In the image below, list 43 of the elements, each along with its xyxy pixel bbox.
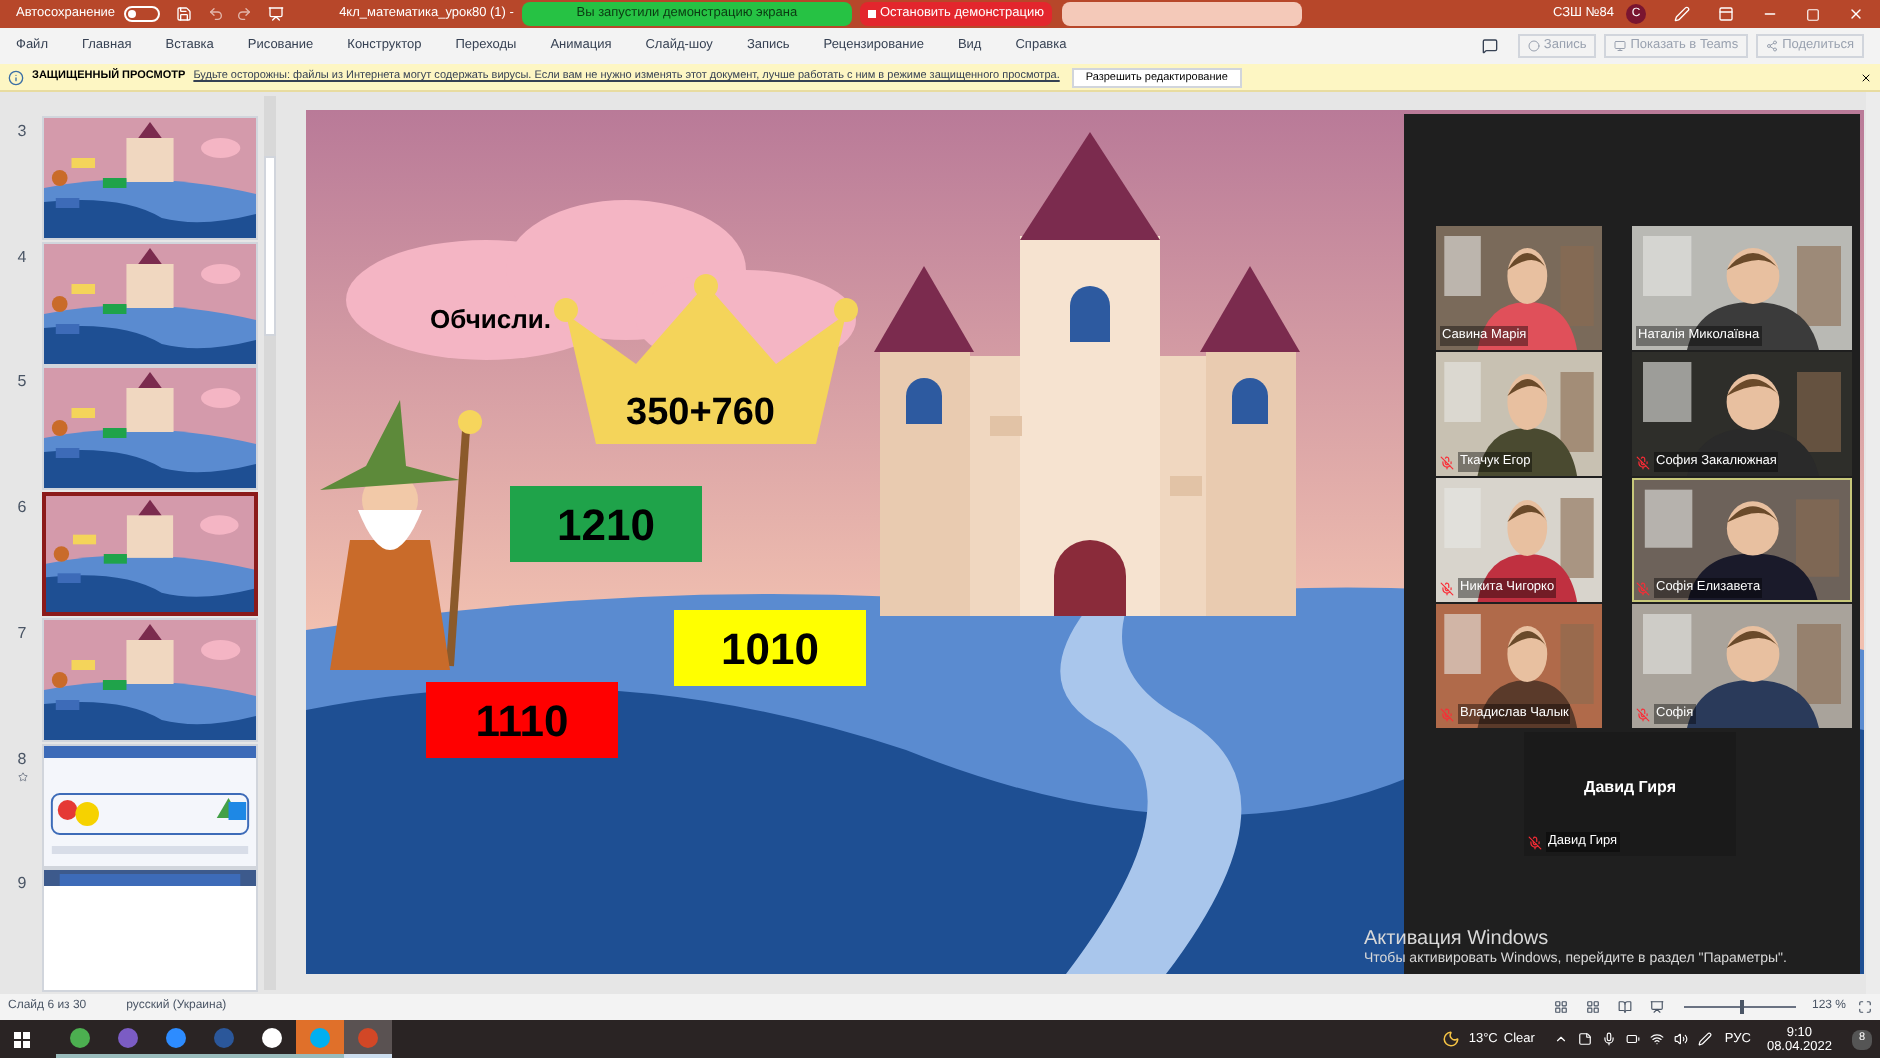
moon-icon <box>1442 1030 1461 1048</box>
comment-icon[interactable] <box>1481 38 1498 54</box>
slide-sorter-icon[interactable] <box>1585 1000 1600 1014</box>
redo-icon[interactable] <box>235 6 252 22</box>
slide-heading: Обчисли. <box>430 302 551 338</box>
mic-icon[interactable] <box>1602 1032 1617 1046</box>
ribbon-display-icon[interactable] <box>1718 6 1734 22</box>
record-icon <box>1527 40 1540 52</box>
info-icon <box>8 69 24 85</box>
answer-card[interactable]: 1210 <box>510 486 702 562</box>
close-icon[interactable] <box>1860 71 1872 83</box>
slide-number: 3 <box>17 120 27 144</box>
answer-card[interactable]: 1010 <box>674 610 866 686</box>
participant-name: Давид Гиря <box>1582 776 1678 800</box>
tray-icon[interactable] <box>1578 1032 1593 1046</box>
search-field[interactable] <box>1062 2 1302 26</box>
reading-view-icon[interactable] <box>1617 1000 1632 1014</box>
fit-slide-icon[interactable] <box>1858 1000 1872 1014</box>
pen-icon[interactable] <box>1698 1032 1713 1046</box>
slide-number: 8 <box>17 747 27 772</box>
save-icon[interactable] <box>175 6 192 22</box>
autosave-toggle[interactable] <box>123 6 160 22</box>
slide-number: 4 <box>17 245 27 270</box>
battery-icon[interactable] <box>1626 1032 1641 1046</box>
windows-start-icon[interactable] <box>14 1031 30 1047</box>
presentation-icon[interactable] <box>267 6 284 22</box>
wifi-icon[interactable] <box>1650 1032 1665 1046</box>
screen-icon <box>1614 40 1627 52</box>
slide-number: 6 <box>17 496 27 521</box>
zoom-slider[interactable] <box>1683 1000 1796 1014</box>
maximize-icon[interactable] <box>1806 7 1820 21</box>
normal-view-icon[interactable] <box>1553 1000 1568 1014</box>
volume-icon[interactable] <box>1674 1032 1689 1046</box>
answer-card[interactable]: 1110 <box>426 682 618 758</box>
slide-number: 7 <box>17 621 27 646</box>
math-expression: 350+760 <box>626 390 775 438</box>
slideshow-icon[interactable] <box>1649 1000 1664 1014</box>
slide-number: 5 <box>17 370 27 395</box>
chevron-up-icon[interactable] <box>1554 1032 1569 1046</box>
share-icon <box>1766 40 1779 52</box>
slide-thumbnail[interactable] <box>42 492 258 617</box>
slide-number: 9 <box>17 872 27 897</box>
undo-icon[interactable] <box>207 6 224 22</box>
